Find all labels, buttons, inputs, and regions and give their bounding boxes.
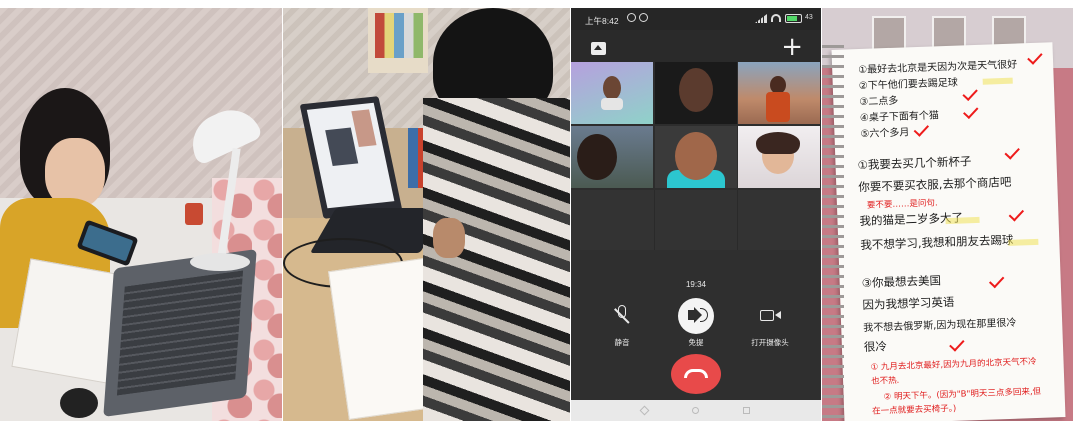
speaker-icon-wrap [678,298,714,334]
avatar [675,132,717,180]
battery-icon [785,14,802,23]
speaker-icon [688,310,694,320]
answer-line: ①最好去北京是天因为次是天气很好 [858,59,1018,77]
call-duration: 19:34 [685,280,707,289]
participant-tile[interactable] [738,62,820,124]
teacher-note: ① 九月去北京最好,因为九月的北京天气不冷 [870,357,1037,373]
camera-label: 打开摄像头 [751,338,789,347]
video-call-screen: 上午8:42 43 + 19:34 静音 免提 打开摄像头 [571,8,821,421]
camera-button[interactable]: 打开摄像头 [735,298,805,348]
red-cup [185,203,203,225]
shelf-items [375,13,423,58]
avatar [603,76,621,100]
avatar [577,134,617,180]
photo-student-desk [0,8,282,421]
answer-line: ⑤六个多月 [860,127,910,141]
mute-icon-wrap [604,298,640,334]
avatar [679,68,713,112]
laptop-keyboard [116,270,244,396]
mute-button[interactable]: 静音 [587,298,657,348]
call-controls: 19:34 静音 免提 打开摄像头 [571,250,821,400]
minimize-call-button[interactable] [591,42,606,55]
notebook-spiral [822,38,844,421]
answer-line: ②下午他们要去踢足球 [858,77,958,93]
participant-tile[interactable] [571,126,653,188]
participant-tile[interactable] [571,62,653,124]
photo-hooded-student [283,8,570,421]
phone-hangup-icon [684,369,708,378]
highlight-mark [945,216,980,225]
teacher-note: 在一点就要去买椅子。) [872,403,957,417]
answer-line: ①我要去买几个新杯子 [857,154,972,173]
check-mark-icon [913,121,930,137]
answer-line: 很冷 [863,339,888,355]
status-bar: 上午8:42 43 [571,8,821,30]
answer-line: 我不想学习,我想和朋友去踢球 [860,232,1014,253]
wifi-icon [771,14,781,22]
answer-line: ④桌子下面有个猫 [859,110,940,125]
answer-line: 你要不要买衣服,去那个商店吧 [858,174,1012,195]
call-header: + [571,30,821,62]
participant-tile[interactable] [655,126,737,188]
photo-homework-notebook: ①最好去北京是天因为次是天气很好 ②下午他们要去踢足球 ③二点多 ④桌子下面有个… [822,8,1073,421]
signal-icon [755,14,767,23]
highlight-mark [1008,238,1039,246]
answer-line: 因为我想学习英语 [862,294,955,313]
avatar-body [766,92,790,122]
sound-waves-icon [700,308,708,322]
answer-line: ③你最想去美国 [861,273,942,291]
check-mark-icon [988,272,1005,289]
camera-lens-icon [775,311,781,319]
laptop-display [306,102,395,209]
battery-percent: 43 [805,14,813,21]
hang-up-button[interactable] [671,354,721,394]
highlight-mark [982,77,1013,85]
camera-icon-wrap [752,298,788,334]
teacher-note: 也不热. [870,375,900,387]
check-mark-icon [1008,205,1025,222]
notebook-page: ①最好去北京是天因为次是天气很好 ②下午他们要去踢足球 ③二点多 ④桌子下面有个… [831,42,1066,421]
check-mark-icon [1004,143,1020,160]
writing-hand [433,218,465,258]
avatar-body [601,98,623,110]
avatar-hair [756,132,800,154]
mute-label: 静音 [614,338,630,347]
system-nav-bar [571,400,821,421]
alarm-icon [627,13,636,22]
video-camera-icon [760,310,774,321]
laptop [103,248,257,418]
check-mark-icon [1027,49,1043,65]
status-time: 上午8:42 [585,16,619,26]
camouflage-jacket [423,98,570,421]
check-mark-icon [963,103,979,119]
participant-tile[interactable] [738,126,820,188]
teacher-note: ② 明天下午。(因为"B"明天三点多回来,但 [883,386,1042,403]
empty-slots [571,190,821,250]
home-icon[interactable] [692,407,699,414]
speaker-button[interactable]: 免提 [661,298,731,348]
participant-tile[interactable] [655,62,737,124]
photo-collage: 上午8:42 43 + 19:34 静音 免提 打开摄像头 ①最好去北京是天因为… [0,0,1073,421]
add-participant-button[interactable]: + [781,34,803,60]
answer-line: ③二点多 [859,95,899,109]
recent-apps-icon[interactable] [743,407,750,414]
teacher-note: 要不要……是问句. [866,198,938,211]
speaker-label: 免提 [688,338,704,347]
answer-line: 我不想去俄罗斯,因为现在那里很冷 [863,317,1017,335]
check-mark-icon [949,335,965,352]
back-icon[interactable] [639,405,650,416]
desk-lamp-base [190,253,250,271]
ring-icon [639,13,648,22]
computer-mouse [60,388,98,418]
check-mark-icon [962,85,978,102]
